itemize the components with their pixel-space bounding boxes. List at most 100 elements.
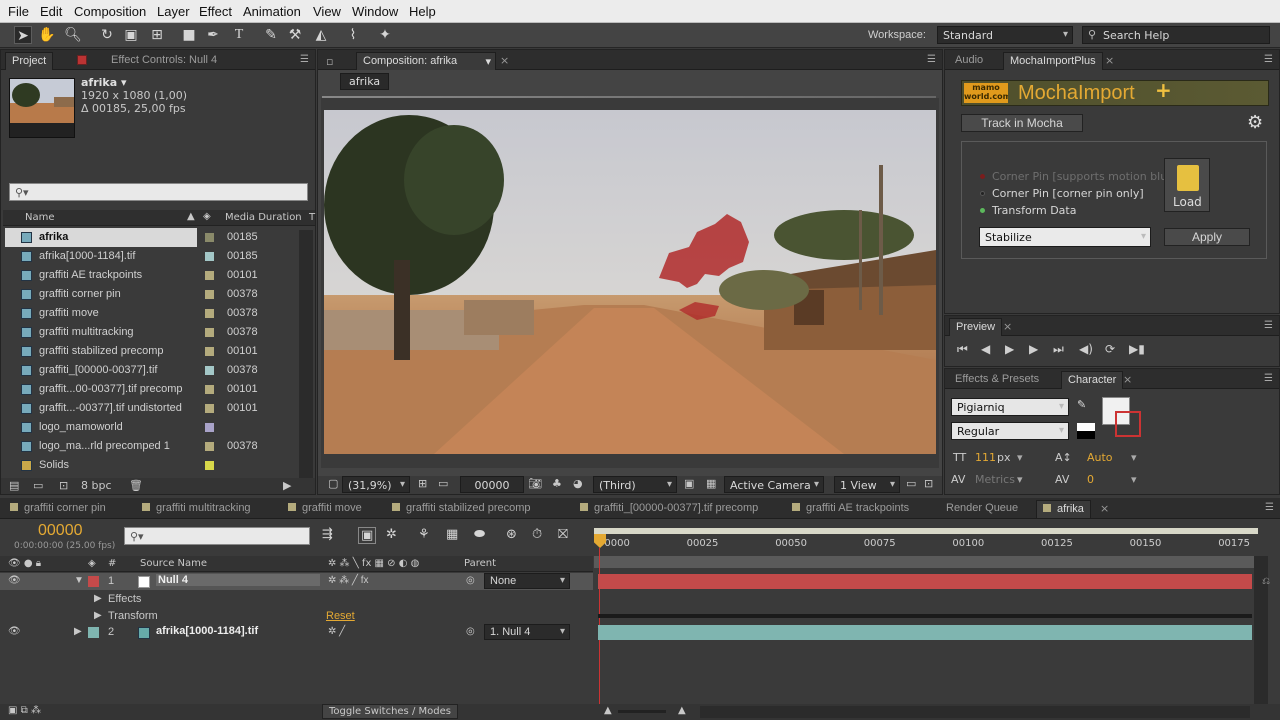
font-size-value[interactable]: 111 — [975, 451, 996, 464]
brush-tool-icon[interactable]: ✎ — [262, 26, 280, 44]
magnification-select[interactable]: (31,9%) — [342, 476, 410, 493]
leading-value[interactable]: Auto — [1087, 451, 1113, 464]
trash-icon[interactable]: 🗑︎ — [129, 479, 143, 492]
panel-menu-icon[interactable]: ☰ — [300, 54, 309, 65]
tab-effects-presets[interactable]: Effects & Presets — [949, 371, 1045, 389]
col-t[interactable]: T — [309, 212, 315, 223]
timeline-tab-graffiti-multitracking[interactable]: graffiti multitracking — [136, 500, 257, 518]
eye-icon[interactable]: 👁︎ — [8, 575, 21, 586]
project-item-row[interactable]: graffiti corner pin 00378 — [5, 285, 301, 304]
menu-edit[interactable]: Edit — [40, 0, 62, 19]
composition-frame[interactable] — [324, 110, 936, 454]
timeline-tab-graffiti-move[interactable]: graffiti move — [282, 500, 368, 518]
project-item-row[interactable]: graffit...00-00377].tif precomp 00101 — [5, 380, 301, 399]
frame-blending-icon[interactable]: ⚘ — [418, 527, 430, 542]
layer-name[interactable]: afrika[1000-1184].tif — [156, 625, 258, 637]
transparency-grid-icon[interactable]: ▦ — [706, 477, 716, 490]
chevron-down-icon[interactable]: ▾ — [1017, 473, 1023, 486]
black-swatch[interactable] — [1077, 431, 1095, 439]
tab-character[interactable]: Character — [1061, 371, 1124, 389]
layer-switches-icon[interactable]: ✲ ⁂ ╱ fx — [328, 575, 369, 586]
audio-icon[interactable]: ◀) — [1079, 342, 1093, 356]
type-tool-icon[interactable]: T — [230, 26, 248, 44]
project-item-row[interactable]: graffiti multitracking 00378 — [5, 323, 301, 342]
graph-toggle-icon[interactable]: ⎌ — [1262, 576, 1270, 587]
menu-file[interactable]: File — [8, 0, 29, 19]
label-color-swatch[interactable] — [205, 385, 214, 394]
zoom-slider[interactable] — [618, 710, 666, 713]
tab-effect-controls[interactable]: Effect Controls: Null 4 — [105, 52, 223, 70]
panel-menu-icon[interactable]: ☰ — [927, 54, 936, 65]
eye-icon[interactable]: 👁︎ — [8, 626, 21, 637]
stopwatch-icon[interactable]: ⏱ — [532, 527, 542, 542]
search-help-field[interactable]: ⚲ Search Help — [1082, 26, 1270, 44]
project-item-row[interactable]: Solids — [5, 456, 301, 475]
workspace-select[interactable]: Standard — [937, 26, 1073, 44]
chevron-right-icon[interactable]: ▶ — [94, 610, 102, 621]
transform-data-label[interactable]: Transform Data — [992, 204, 1076, 217]
project-scrollbar[interactable] — [299, 230, 313, 478]
panel-menu-icon[interactable]: ☰ — [1264, 373, 1273, 384]
timeline-timecode[interactable]: 00000 — [38, 522, 83, 540]
composition-flowchart-tab[interactable]: afrika — [340, 73, 390, 90]
label-color-swatch[interactable] — [205, 233, 214, 242]
label-color-swatch[interactable] — [205, 328, 214, 337]
col-name[interactable]: Name — [25, 212, 55, 223]
new-folder-icon[interactable]: ▭ — [33, 479, 43, 492]
fast-previews-icon[interactable]: ⊡ — [924, 477, 933, 490]
project-search-input[interactable]: ⚲▾ — [9, 183, 308, 201]
menu-view[interactable]: View — [313, 0, 341, 19]
zoom-out-icon[interactable]: ▲ — [604, 705, 612, 716]
chevron-down-icon[interactable]: ▾ — [1131, 473, 1137, 486]
view-layout-select[interactable]: 1 View — [834, 476, 900, 493]
previous-frame-icon[interactable]: ◀ — [981, 342, 990, 356]
first-frame-icon[interactable]: ⏮ — [957, 342, 968, 357]
mode-select[interactable]: Stabilize — [979, 227, 1151, 247]
timeline-tab-afrika[interactable]: afrika — [1036, 500, 1091, 518]
project-item-row[interactable]: graffit...-00377].tif undistorted 00101 — [5, 399, 301, 418]
last-frame-icon[interactable]: ⏭ — [1053, 342, 1064, 357]
corner-pin-only-label[interactable]: Corner Pin [corner pin only] — [992, 187, 1144, 200]
new-comp-icon[interactable]: ⊡ — [59, 479, 68, 492]
font-style-select[interactable]: Regular — [951, 422, 1069, 440]
close-icon[interactable]: × — [1123, 373, 1132, 386]
project-item-row[interactable]: afrika 00185 — [5, 228, 258, 247]
menu-composition[interactable]: Composition — [74, 0, 146, 19]
corner-pin-mb-radio[interactable] — [980, 174, 985, 179]
camera-select[interactable]: Active Camera — [724, 476, 824, 493]
pick-whip-icon[interactable]: ◎ — [466, 626, 475, 637]
timeline-search-input[interactable]: ⚲▾ — [124, 527, 310, 545]
zoom-tool-icon[interactable]: 🔍︎ — [64, 26, 82, 44]
layer-label-color[interactable] — [88, 627, 99, 638]
transform-data-radio[interactable] — [980, 208, 985, 213]
draft-3d-icon[interactable]: ▣ — [358, 527, 377, 544]
parent-select[interactable]: None — [484, 573, 570, 589]
motion-blur-icon[interactable]: ▦ — [446, 527, 458, 542]
layer-label-color[interactable] — [88, 576, 99, 587]
effects-group-row[interactable]: ▶ Effects — [0, 591, 593, 608]
white-swatch[interactable] — [1077, 423, 1095, 431]
layer-row-null-4[interactable]: 👁︎ ▼ 1 Null 4 ✲ ⁂ ╱ fx ◎ None — [0, 573, 593, 590]
brainstorm-icon[interactable]: ⬬ — [474, 527, 485, 542]
label-color-swatch[interactable] — [205, 461, 214, 470]
live-update-icon[interactable]: ⛝ — [558, 527, 568, 542]
roto-brush-tool-icon[interactable]: ⌇ — [344, 26, 362, 44]
label-tag-icon[interactable]: ◈ — [203, 211, 211, 222]
work-area-bar[interactable] — [594, 528, 1258, 534]
color-channels-icon[interactable]: ◕ — [573, 477, 583, 490]
clone-stamp-tool-icon[interactable]: ⚒ — [286, 26, 304, 44]
label-color-swatch[interactable] — [205, 442, 214, 451]
font-family-select[interactable]: Pigiarniq — [951, 398, 1069, 416]
reset-link[interactable]: Reset — [326, 610, 355, 622]
rotate-tool-icon[interactable]: ↻ — [98, 26, 116, 44]
chevron-down-icon[interactable]: ▼ — [74, 575, 84, 586]
chevron-down-icon[interactable]: ▾ — [485, 55, 491, 68]
timeline-tab-graffiti-stabilized[interactable]: graffiti stabilized precomp — [386, 500, 537, 518]
pick-whip-icon[interactable]: ◎ — [466, 575, 475, 586]
label-color-swatch[interactable] — [205, 309, 214, 318]
close-icon[interactable]: × — [500, 54, 509, 67]
col-hash[interactable]: # — [108, 558, 116, 569]
menu-effect[interactable]: Effect — [199, 0, 232, 19]
layer-name[interactable]: Null 4 — [156, 574, 320, 586]
tab-mocha-import[interactable]: MochaImportPlus — [1003, 52, 1103, 70]
